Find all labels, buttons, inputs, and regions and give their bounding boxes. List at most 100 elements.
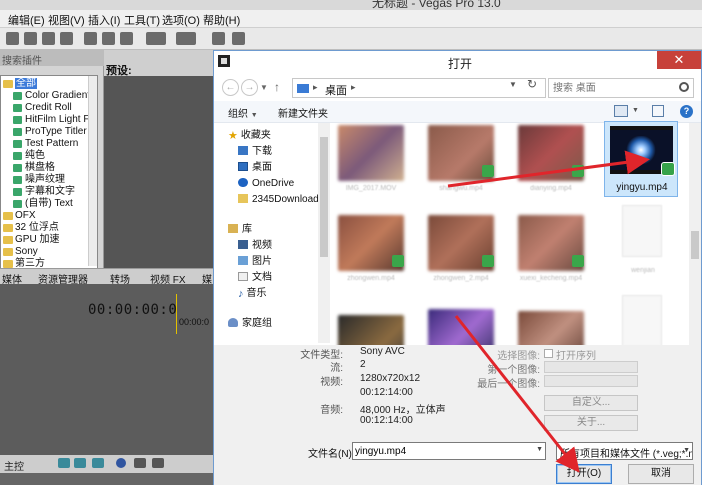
homegroup-icon bbox=[228, 318, 238, 327]
filename-input[interactable] bbox=[355, 444, 529, 458]
redo-icon[interactable] bbox=[176, 32, 196, 45]
nav-2345downloads[interactable]: 2345Downloads bbox=[238, 193, 324, 207]
file-label[interactable]: dianying.mp4 bbox=[512, 185, 590, 192]
plugin-item[interactable]: ProType Titler bbox=[13, 126, 87, 138]
plugin-folder[interactable]: Sony bbox=[3, 246, 38, 258]
menu-edit[interactable]: 编辑(E) bbox=[8, 12, 45, 28]
nav-libraries[interactable]: 库 bbox=[228, 223, 252, 237]
file-list-scrollbar[interactable] bbox=[689, 123, 701, 345]
transport-icon[interactable] bbox=[74, 458, 86, 468]
menu-help[interactable]: 帮助(H) bbox=[203, 12, 240, 28]
refresh-icon[interactable]: ↻ bbox=[524, 77, 540, 91]
help-icon[interactable]: ? bbox=[680, 105, 693, 118]
file-type-dropdown-icon[interactable]: ▼ bbox=[683, 447, 690, 454]
nav-music[interactable]: ♪ 音乐 bbox=[238, 287, 267, 301]
change-view-icon[interactable] bbox=[614, 105, 628, 117]
file-label[interactable]: xuexi_kecheng.mp4 bbox=[512, 275, 590, 282]
open-icon[interactable] bbox=[24, 32, 37, 45]
file-thumbnail[interactable] bbox=[518, 311, 584, 345]
plugin-item[interactable]: 字幕和文字 bbox=[13, 186, 75, 198]
nav-onedrive[interactable]: OneDrive bbox=[238, 177, 294, 191]
plugin-item[interactable]: HitFilm Light Fla bbox=[13, 114, 97, 126]
nav-videos[interactable]: 视频 bbox=[238, 239, 272, 253]
preview-pane-icon[interactable] bbox=[652, 105, 664, 117]
organize-button[interactable]: 组织 ▼ bbox=[228, 105, 258, 120]
paste-icon[interactable] bbox=[120, 32, 133, 45]
new-folder-button[interactable]: 新建文件夹 bbox=[278, 105, 328, 120]
search-icon[interactable] bbox=[679, 82, 689, 92]
open-button[interactable]: 打开(O) bbox=[556, 464, 612, 484]
address-dropdown-icon[interactable]: ▼ bbox=[506, 78, 520, 92]
plugin-folder[interactable]: OFX bbox=[3, 210, 36, 222]
snap-icon[interactable] bbox=[134, 458, 146, 468]
breadcrumb-separator-icon[interactable]: ▸ bbox=[351, 82, 356, 93]
render-icon[interactable] bbox=[60, 32, 73, 45]
search-input[interactable] bbox=[553, 81, 671, 95]
plugin-item[interactable]: Color Gradient bbox=[13, 90, 90, 102]
cut-icon[interactable] bbox=[84, 32, 97, 45]
plugin-item[interactable]: Credit Roll bbox=[13, 102, 72, 114]
nav-homegroup[interactable]: 家庭组 bbox=[228, 317, 272, 331]
menu-insert[interactable]: 插入(I) bbox=[88, 12, 120, 28]
cancel-button[interactable]: 取消 bbox=[628, 464, 694, 484]
plugin-item[interactable]: 棋盘格 bbox=[13, 162, 55, 174]
selected-file-yingyu[interactable]: yingyu.mp4 bbox=[604, 121, 678, 197]
save-icon[interactable] bbox=[42, 32, 55, 45]
timeline-ruler[interactable]: 00:00:0 bbox=[176, 294, 214, 334]
plugin-item[interactable]: 噪声纹理 bbox=[13, 174, 65, 186]
copy-icon[interactable] bbox=[102, 32, 115, 45]
file-label[interactable]: IMG_2017.MOV bbox=[332, 185, 410, 192]
new-icon[interactable] bbox=[6, 32, 19, 45]
document-file-icon[interactable] bbox=[622, 205, 662, 257]
first-image-field[interactable] bbox=[544, 361, 638, 373]
undo-icon[interactable] bbox=[146, 32, 166, 45]
file-label[interactable]: shangwu.mp4 bbox=[422, 185, 500, 192]
document-file-icon[interactable] bbox=[622, 295, 662, 345]
plugin-scrollbar[interactable] bbox=[88, 76, 97, 266]
last-image-field[interactable] bbox=[544, 375, 638, 387]
nav-downloads[interactable]: 下载 bbox=[238, 145, 272, 159]
nav-documents[interactable]: 文档 bbox=[238, 271, 272, 285]
plugin-folder-all[interactable]: 全部 bbox=[3, 78, 37, 90]
forward-arrow-icon[interactable]: → bbox=[241, 79, 258, 96]
plugin-item[interactable]: 纯色 bbox=[13, 150, 45, 162]
transport-icon[interactable] bbox=[58, 458, 70, 468]
plugin-folder[interactable]: GPU 加速 bbox=[3, 234, 59, 246]
file-thumbnail[interactable] bbox=[428, 309, 494, 345]
nav-pictures[interactable]: 图片 bbox=[238, 255, 272, 269]
back-arrow-icon[interactable]: ← bbox=[222, 79, 239, 96]
menu-view[interactable]: 视图(V) bbox=[48, 12, 85, 28]
nav-scroll-thumb[interactable] bbox=[320, 137, 328, 257]
breadcrumb-separator-icon[interactable]: ▸ bbox=[313, 82, 318, 93]
recent-dropdown-icon[interactable]: ▼ bbox=[260, 83, 268, 92]
up-arrow-icon[interactable]: ↑ bbox=[274, 80, 280, 94]
file-thumbnail[interactable] bbox=[338, 125, 404, 181]
about-button[interactable]: 关于... bbox=[544, 415, 638, 431]
custom-button[interactable]: 自定义... bbox=[544, 395, 638, 411]
file-thumbnail[interactable] bbox=[338, 315, 404, 345]
plugin-search-header[interactable]: 搜索插件 bbox=[0, 50, 104, 67]
file-label[interactable]: zhongwen_2.mp4 bbox=[422, 275, 500, 282]
nav-favorites[interactable]: ★ 收藏夹 bbox=[228, 129, 271, 143]
file-scroll-thumb[interactable] bbox=[691, 231, 699, 259]
plugin-folder[interactable]: 32 位浮点 bbox=[3, 222, 59, 234]
edit-tool-icon[interactable] bbox=[232, 32, 245, 45]
quantize-icon[interactable] bbox=[152, 458, 164, 468]
menu-tools[interactable]: 工具(T) bbox=[124, 12, 160, 28]
nav-scrollbar[interactable] bbox=[318, 123, 330, 343]
file-label[interactable]: zhongwen.mp4 bbox=[332, 275, 410, 282]
view-dropdown-icon[interactable]: ▼ bbox=[632, 107, 639, 114]
filename-dropdown-icon[interactable]: ▼ bbox=[536, 446, 543, 453]
file-label[interactable]: wenjian bbox=[604, 267, 682, 274]
properties-icon[interactable] bbox=[212, 32, 225, 45]
breadcrumb-desktop[interactable]: 桌面 bbox=[325, 82, 347, 98]
transport-icon[interactable] bbox=[92, 458, 104, 468]
nav-desktop[interactable]: 桌面 bbox=[238, 161, 272, 175]
no-icon[interactable] bbox=[116, 458, 126, 468]
menu-options[interactable]: 选项(O) bbox=[162, 12, 200, 28]
open-sequence-checkbox[interactable] bbox=[544, 349, 553, 358]
plugin-item[interactable]: Test Pattern bbox=[13, 138, 78, 150]
close-button[interactable]: ✕ bbox=[657, 51, 701, 69]
plugin-item[interactable]: (自带) Text bbox=[13, 198, 73, 210]
file-type-select[interactable]: 所有项目和媒体文件 (*.veg;*.m ▼ bbox=[556, 442, 693, 460]
